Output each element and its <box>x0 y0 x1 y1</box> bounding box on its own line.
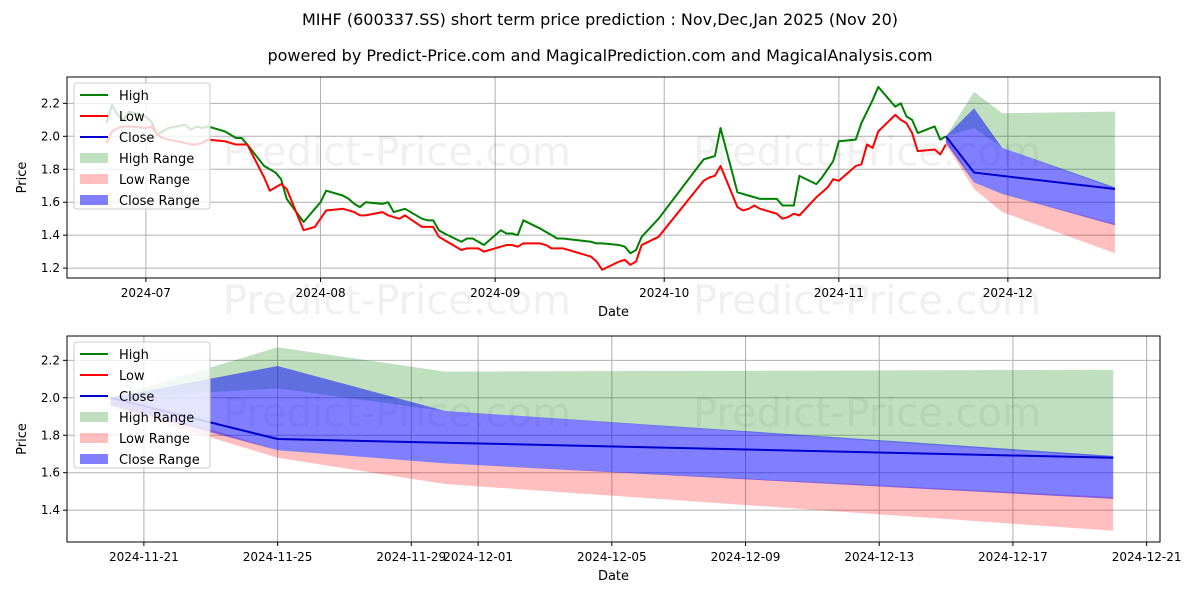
legend-low-range-label: Low Range <box>119 173 190 188</box>
legend-low-label: Low <box>119 369 145 384</box>
y-tick-label: 1.6 <box>41 466 60 480</box>
x-tick-label: 2024-12-17 <box>978 550 1048 564</box>
legend-low-range-swatch <box>80 174 108 184</box>
legend-low-range-swatch <box>80 433 108 443</box>
y-tick-label: 1.8 <box>41 428 60 442</box>
y-tick-label: 2.0 <box>41 391 60 405</box>
y-tick-label: 1.8 <box>41 162 60 176</box>
x-tick-label: 2024-11-25 <box>243 550 313 564</box>
plot-area <box>105 85 1116 271</box>
legend-high-range-swatch <box>80 153 108 163</box>
x-tick-label: 2024-12-13 <box>844 550 914 564</box>
y-tick-label: 1.4 <box>41 228 60 242</box>
watermark: Predict-Price.com <box>223 278 571 324</box>
legend: High Low Close High Range Low Range Close Ran… <box>73 82 211 210</box>
y-tick-label: 2.0 <box>41 129 60 143</box>
legend-low-range-label: Low Range <box>119 432 190 447</box>
x-tick-label: 2024-12-01 <box>443 550 513 564</box>
legend-close-range-swatch <box>80 195 108 205</box>
y-tick-label: 1.4 <box>41 503 60 517</box>
legend-high-range-label: High Range <box>119 152 194 167</box>
x-tick-label: 2024-12-05 <box>577 550 647 564</box>
y-tick-label: 2.2 <box>41 353 60 367</box>
x-tick-label: 2024-12-09 <box>711 550 781 564</box>
legend-close-range-label: Close Range <box>119 453 200 468</box>
chart-canvas: 2024-07 2024-08 2024-09 2024-10 2024-11 2024-… <box>15 76 1182 584</box>
legend-high-range-swatch <box>80 412 108 422</box>
legend-close-range-swatch <box>80 454 108 464</box>
legend: High Low Close High Range Low Range Close Ran… <box>73 341 211 469</box>
legend-low-label: Low <box>119 110 145 125</box>
y-tick-label: 2.2 <box>41 96 60 110</box>
y-axis-label: Price <box>15 162 30 194</box>
y-tick-label: 1.2 <box>41 261 60 275</box>
legend-high-label: High <box>119 348 149 363</box>
main-chart-panel: 2024-07 2024-08 2024-09 2024-10 2024-11 2024-… <box>15 76 1161 324</box>
x-tick-label: 2024-11-21 <box>109 550 179 564</box>
legend-close-range-label: Close Range <box>119 194 200 209</box>
forecast-chart-panel: 2024-11-21 2024-11-25 2024-11-292024-12-01… <box>15 335 1182 584</box>
x-axis-label: Date <box>598 569 629 584</box>
legend-close-label: Close <box>119 390 154 405</box>
x-tick-label: 2024-12-21 <box>1112 550 1182 564</box>
x-tick-label: 2024-11-29 <box>376 550 446 564</box>
watermark: Predict-Price.com <box>693 278 1041 324</box>
watermark: Predict-Price.com <box>223 129 571 175</box>
x-tick-label: 2024-07 <box>121 286 171 300</box>
legend-high-range-label: High Range <box>119 411 194 426</box>
y-tick-label: 1.6 <box>41 195 60 209</box>
x-tick-label: 2024-10 <box>639 286 689 300</box>
x-axis-label: Date <box>598 305 629 320</box>
y-axis-label: Price <box>15 423 30 455</box>
legend-high-label: High <box>119 89 149 104</box>
legend-close-label: Close <box>119 131 154 146</box>
